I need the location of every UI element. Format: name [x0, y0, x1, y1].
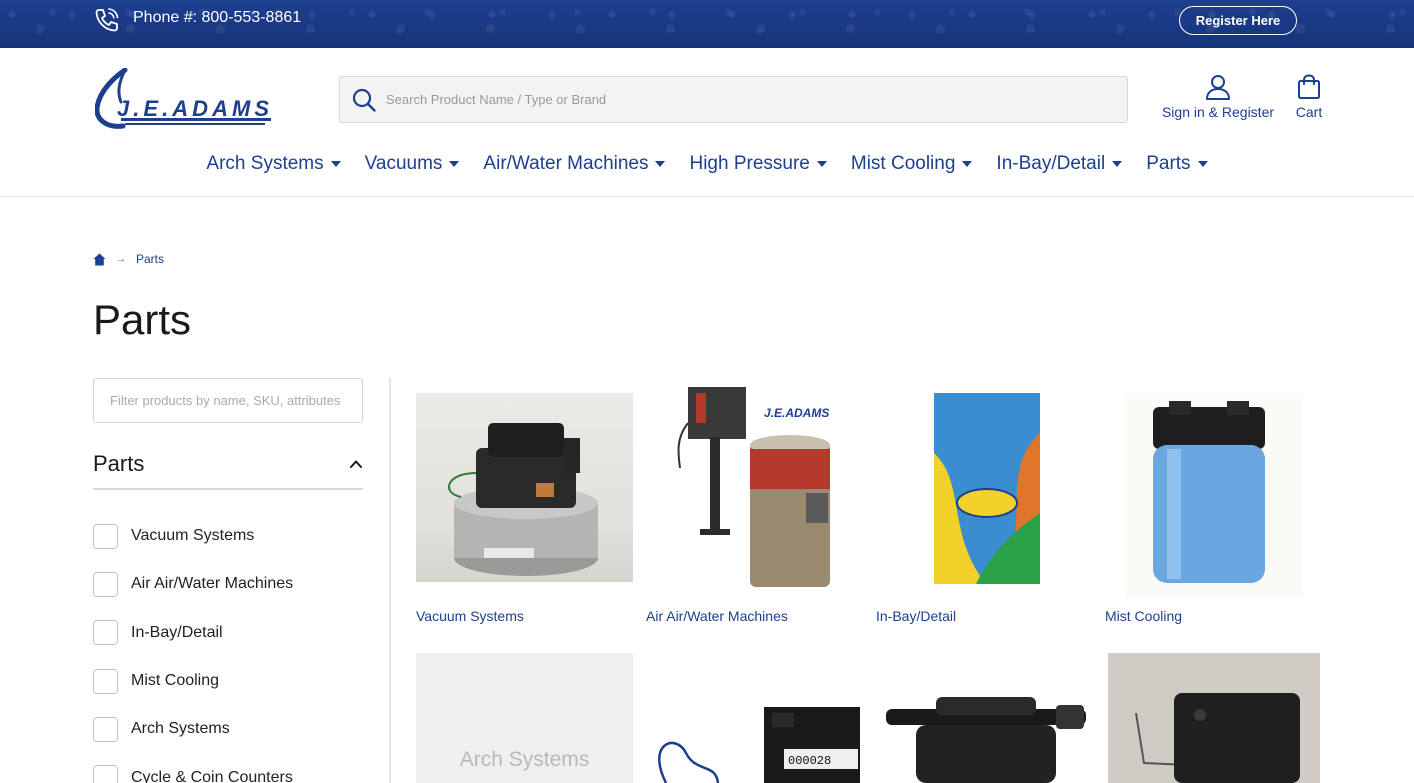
phone-number: Phone #: 800-553-8861 — [133, 9, 302, 26]
product-caption[interactable]: Mist Cooling — [1105, 608, 1182, 624]
nav-label: Air/Water Machines — [483, 153, 649, 174]
facet-label: Cycle & Coin Counters — [131, 768, 293, 783]
micro-switch-illustration — [1135, 693, 1300, 783]
svg-text:000028: 000028 — [788, 754, 831, 768]
phone-icon — [95, 8, 119, 32]
facet-option-in-bay-detail[interactable]: In-Bay/Detail — [93, 609, 363, 657]
water-filter-illustration — [1125, 393, 1303, 598]
caret-down-icon — [1197, 161, 1208, 167]
nav-mist-cooling[interactable]: Mist Cooling — [839, 146, 985, 182]
arrow-right-icon: → — [116, 253, 126, 265]
water-filter-image[interactable] — [1105, 393, 1322, 598]
svg-text:J.E.ADAMS: J.E.ADAMS — [117, 96, 269, 121]
checkbox[interactable] — [93, 668, 118, 694]
page-title: Parts — [93, 296, 192, 343]
arch-systems-placeholder-image[interactable]: Arch Systems — [416, 653, 633, 783]
home-icon[interactable] — [93, 253, 106, 266]
nav-label: Parts — [1146, 153, 1191, 174]
facet-option-arch-systems[interactable]: Arch Systems — [93, 705, 363, 753]
placeholder-text: Arch Systems — [459, 748, 590, 771]
product-card-pump[interactable] — [876, 653, 1093, 783]
svg-text:J.E.ADAMS: J.E.ADAMS — [764, 406, 829, 420]
product-caption[interactable]: Air Air/Water Machines — [646, 608, 788, 624]
caret-down-icon — [816, 161, 827, 167]
nav-label: In-Bay/Detail — [996, 153, 1106, 174]
breadcrumb-current[interactable]: Parts — [136, 252, 164, 266]
search-bar — [339, 76, 1128, 123]
sign-in-register-link[interactable]: Sign in & Register — [1160, 74, 1276, 126]
checkbox[interactable] — [93, 620, 118, 646]
nav-high-pressure[interactable]: High Pressure — [677, 146, 838, 182]
facet-label: In-Bay/Detail — [131, 623, 223, 641]
caret-down-icon — [655, 161, 666, 167]
search-icon[interactable] — [352, 88, 376, 112]
je-adams-logo[interactable]: J.E.ADAMS — [95, 68, 273, 130]
caret-down-icon — [449, 161, 460, 167]
hot-air-dryer-illustration — [934, 393, 1040, 584]
nav-label: Arch Systems — [206, 153, 324, 174]
register-here-button[interactable]: Register Here — [1179, 6, 1297, 35]
nav-parts[interactable]: Parts — [1134, 146, 1219, 182]
nav-arch-systems[interactable]: Arch Systems — [194, 146, 352, 182]
nav-label: Vacuums — [364, 153, 443, 174]
nav-divider — [0, 196, 1414, 197]
coin-counter-image[interactable]: 000028 — [646, 653, 863, 783]
product-caption[interactable]: Vacuum Systems — [416, 608, 524, 624]
caret-down-icon — [330, 161, 341, 167]
caret-down-icon — [1112, 161, 1123, 167]
coin-counter-illustration: 000028 — [658, 707, 860, 783]
hot-air-dryer-image[interactable] — [876, 393, 1093, 585]
breadcrumb: → Parts — [93, 251, 164, 267]
cart-label: Cart — [1295, 104, 1323, 120]
air-vac-illustration: J.E.ADAMS — [677, 387, 830, 587]
facet-label: Mist Cooling — [131, 672, 220, 690]
vacuum-motor-illustration — [448, 423, 598, 576]
search-input[interactable] — [386, 77, 1116, 122]
micro-switch-image[interactable] — [1108, 653, 1320, 783]
facet-option-vacuum-systems[interactable]: Vacuum Systems — [93, 512, 363, 560]
user-icon — [1206, 75, 1230, 100]
facet-label: Vacuum Systems — [131, 527, 255, 545]
product-card-counter[interactable]: 000028 — [646, 653, 863, 783]
checkbox[interactable] — [93, 523, 118, 549]
nav-label: Mist Cooling — [850, 153, 956, 174]
product-card-vacuum-systems[interactable]: Vacuum Systems — [416, 393, 633, 624]
checkbox[interactable] — [93, 716, 118, 742]
product-card-arch-systems[interactable]: Arch Systems — [416, 653, 633, 783]
facet-header-parts[interactable]: Parts — [93, 440, 363, 490]
sidebar-divider — [389, 378, 391, 783]
facet-label: Air Air/Water Machines — [131, 575, 294, 593]
shopping-bag-icon — [1298, 74, 1320, 99]
facet-label: Arch Systems — [131, 720, 230, 738]
product-caption[interactable]: In-Bay/Detail — [876, 608, 956, 624]
top-bar: Phone #: 800-553-8861 Register Here — [0, 0, 1414, 48]
pump-illustration — [886, 697, 1086, 783]
product-card-air-water-machines[interactable]: J.E.ADAMS Air Air/Water Machines — [646, 387, 863, 624]
nav-in-bay-detail[interactable]: In-Bay/Detail — [984, 146, 1134, 182]
air-vac-machine-image[interactable]: J.E.ADAMS — [646, 383, 863, 593]
vacuum-motor-image[interactable] — [416, 393, 633, 582]
cart-link[interactable]: Cart — [1290, 74, 1328, 126]
nav-air-water-machines[interactable]: Air/Water Machines — [471, 146, 677, 182]
checkbox[interactable] — [93, 765, 118, 783]
checkbox[interactable] — [93, 571, 118, 597]
product-card-in-bay-detail[interactable]: In-Bay/Detail — [876, 393, 1093, 624]
nav-label: High Pressure — [689, 153, 810, 174]
nav-vacuums[interactable]: Vacuums — [353, 146, 472, 182]
facet-option-cycle-coin-counters[interactable]: Cycle & Coin Counters — [93, 753, 363, 783]
product-card-mist-cooling[interactable]: Mist Cooling — [1105, 393, 1322, 624]
product-card-switch[interactable] — [1108, 653, 1325, 783]
main-nav: Arch Systems Vacuums Air/Water Machines … — [0, 146, 1414, 182]
filter-products-input[interactable] — [93, 378, 363, 423]
facet-list: Vacuum Systems Air Air/Water Machines In… — [93, 512, 363, 783]
chevron-up-icon — [350, 460, 362, 468]
facet-option-air-water-machines[interactable]: Air Air/Water Machines — [93, 560, 363, 608]
facet-option-mist-cooling[interactable]: Mist Cooling — [93, 657, 363, 705]
caret-down-icon — [962, 161, 973, 167]
account-label: Sign in & Register — [1161, 104, 1275, 120]
facet-title: Parts — [93, 451, 145, 476]
pump-image[interactable] — [876, 653, 1093, 783]
